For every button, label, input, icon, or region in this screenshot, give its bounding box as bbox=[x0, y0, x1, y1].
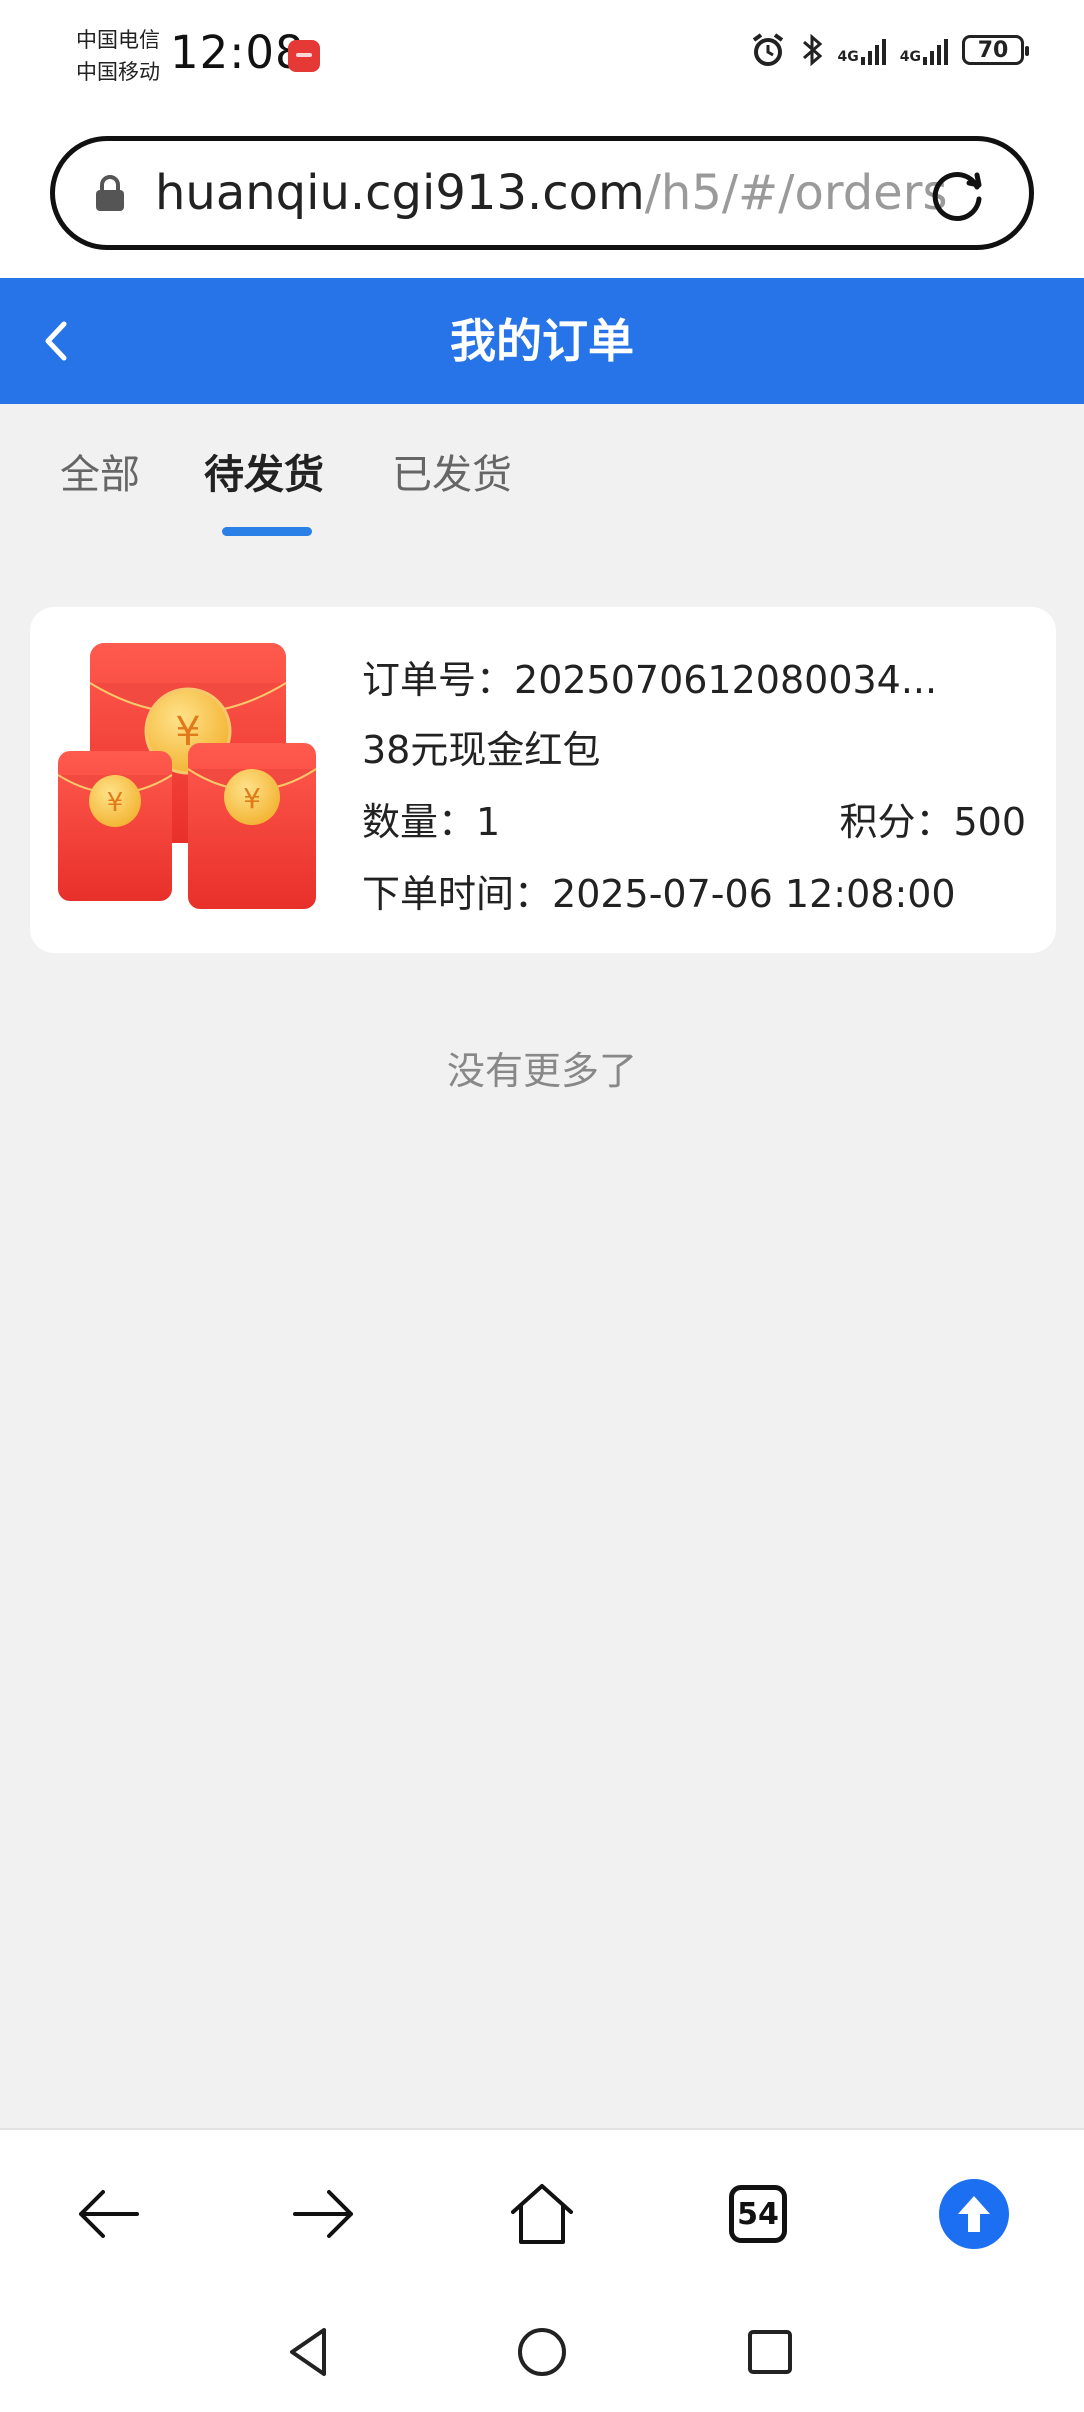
quantity-value: 1 bbox=[476, 800, 501, 844]
browser-tabs-button[interactable]: 54 bbox=[716, 2172, 800, 2256]
url-text[interactable]: huanqiu.cgi913.com/h5/#/orders bbox=[155, 165, 947, 221]
system-navigation-bar bbox=[0, 2296, 1084, 2412]
signal-1: 4G bbox=[838, 35, 886, 65]
back-arrow-icon[interactable] bbox=[36, 316, 76, 366]
list-end-text: 没有更多了 bbox=[446, 1049, 637, 1093]
browser-bottom-nav: 54 bbox=[0, 2128, 1084, 2298]
upload-circle bbox=[939, 2179, 1009, 2249]
url-path: /h5/#/orders bbox=[644, 165, 948, 221]
alarm-icon bbox=[752, 33, 783, 66]
status-time: 12:08 bbox=[170, 26, 305, 79]
network-type-2: 4G bbox=[899, 49, 921, 65]
browser-forward-button[interactable] bbox=[282, 2172, 366, 2256]
order-quantity: 数量：1 bbox=[362, 791, 500, 846]
arrow-up-icon bbox=[958, 2196, 990, 2232]
carrier-1: 中国电信 bbox=[76, 28, 160, 52]
signal-2: 4G bbox=[900, 35, 948, 65]
network-type-1: 4G bbox=[837, 49, 859, 65]
browser-home-button[interactable] bbox=[500, 2172, 584, 2256]
signal-bars-icon bbox=[860, 35, 886, 65]
active-tab-indicator bbox=[222, 527, 312, 536]
url-host: huanqiu.cgi913.com bbox=[155, 165, 645, 221]
browser-upload-button[interactable] bbox=[932, 2172, 1016, 2256]
status-icons: 4G 4G 70 bbox=[750, 32, 1029, 68]
lock-icon bbox=[96, 175, 124, 211]
arrow-right-icon bbox=[293, 2190, 353, 2238]
system-home-icon[interactable] bbox=[512, 2322, 572, 2382]
reload-icon[interactable] bbox=[929, 165, 989, 225]
page-header: 我的订单 bbox=[0, 278, 1084, 404]
signal-bars-icon bbox=[923, 35, 948, 65]
app-notification-icon bbox=[288, 40, 320, 72]
tab-pending-shipment[interactable]: 待发货 bbox=[204, 442, 324, 500]
status-bar: 中国电信 中国移动 12:08 4G 4G 70 bbox=[0, 0, 1084, 122]
order-number: 订单号：2025070612080034... bbox=[362, 649, 937, 704]
system-recents-icon[interactable] bbox=[740, 2322, 800, 2382]
order-status-tabs: 全部 待发货 已发货 bbox=[0, 404, 1084, 544]
tab-shipped[interactable]: 已发货 bbox=[392, 442, 512, 500]
order-points: 积分：500 bbox=[839, 791, 1026, 846]
red-envelope-icon: ¥ ¥ ¥ bbox=[58, 643, 317, 909]
carrier-info: 中国电信 中国移动 bbox=[76, 24, 160, 88]
page-title: 我的订单 bbox=[450, 314, 634, 368]
arrow-left-icon bbox=[79, 2190, 139, 2238]
battery-indicator: 70 bbox=[962, 35, 1029, 65]
browser-back-button[interactable] bbox=[66, 2172, 150, 2256]
order-time: 下单时间：2025-07-06 12:08:00 bbox=[362, 863, 956, 918]
order-time-value: 2025-07-06 12:08:00 bbox=[552, 872, 956, 916]
bluetooth-icon bbox=[802, 33, 822, 67]
points-value: 500 bbox=[953, 800, 1026, 844]
home-icon bbox=[511, 2184, 573, 2244]
order-number-value: 2025070612080034... bbox=[514, 658, 938, 702]
svg-text:¥: ¥ bbox=[107, 788, 124, 818]
points-label: 积分： bbox=[839, 800, 954, 844]
carrier-2: 中国移动 bbox=[76, 60, 160, 84]
address-bar[interactable]: huanqiu.cgi913.com/h5/#/orders bbox=[50, 136, 1034, 250]
quantity-label: 数量： bbox=[362, 800, 477, 844]
tab-count: 54 bbox=[729, 2185, 787, 2243]
product-name: 38元现金红包 bbox=[362, 728, 601, 772]
order-time-label: 下单时间： bbox=[362, 872, 553, 916]
browser-toolbar: huanqiu.cgi913.com/h5/#/orders bbox=[0, 122, 1084, 278]
tab-all[interactable]: 全部 bbox=[60, 442, 140, 500]
svg-text:¥: ¥ bbox=[243, 782, 261, 815]
order-number-label: 订单号： bbox=[362, 658, 515, 702]
order-card[interactable]: ¥ ¥ ¥ 订单号：2025070612080034... 38元现金红包 数量… bbox=[30, 607, 1056, 953]
system-back-icon[interactable] bbox=[280, 2322, 340, 2382]
